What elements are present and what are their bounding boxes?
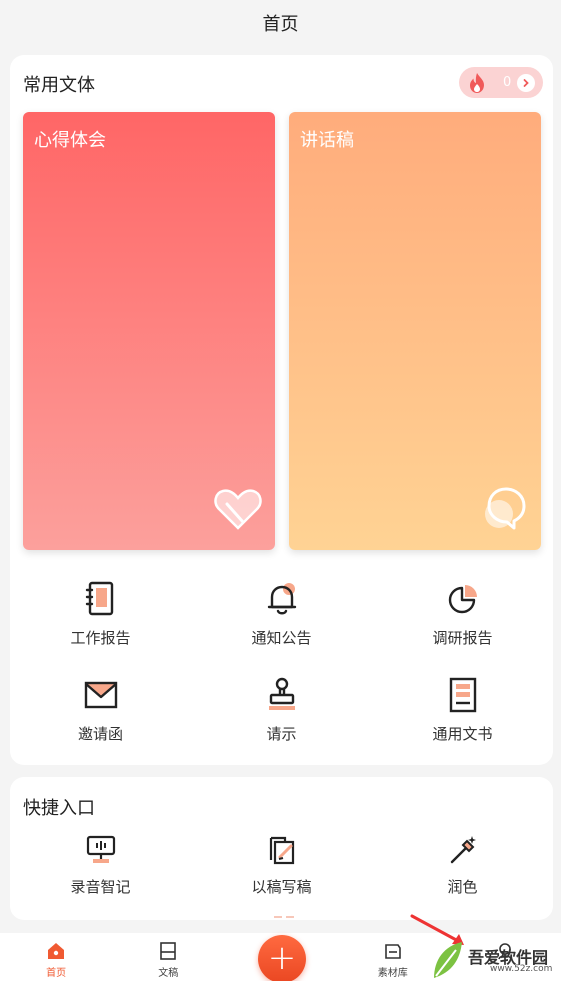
quick-item-label: 录音智记 [70, 878, 131, 896]
quick-item-label: 润色 [447, 878, 478, 896]
tab-home[interactable]: 首页 [0, 933, 112, 981]
envelope-icon [84, 681, 117, 709]
leaf-logo-icon [434, 942, 462, 978]
stamp-icon [268, 677, 295, 710]
quick-entry-section: 快捷入口 录音智记 以稿写稿 润色 [10, 777, 553, 920]
card-experience[interactable]: 心得体会 [23, 112, 275, 550]
magic-pen-icon [450, 836, 476, 864]
voice-recorder-icon [86, 835, 115, 863]
streak-count: 0 [503, 75, 512, 90]
style-grid-row-2: 邀请函 请示 通用文书 [10, 676, 553, 744]
quick-grid: 录音智记 以稿写稿 润色 [10, 833, 553, 897]
document-icon [449, 677, 476, 713]
card-speech-label: 讲话稿 [300, 130, 354, 151]
notebook-icon [85, 581, 113, 616]
home-icon [48, 943, 65, 959]
grid-item-general-doc[interactable]: 通用文书 [372, 676, 553, 744]
tab-manuscript[interactable]: 文稿 [112, 933, 224, 981]
tab-label: 首页 [46, 968, 67, 979]
tab-label: 文稿 [158, 968, 179, 979]
chevron-right-icon [517, 73, 535, 92]
create-button[interactable]: + [258, 935, 306, 981]
grid-item-label: 调研报告 [432, 629, 493, 647]
page-title: 首页 [262, 13, 299, 35]
section-title-quick: 快捷入口 [23, 798, 95, 819]
streak-badge[interactable]: 0 [459, 67, 543, 98]
quick-item-polish[interactable]: 润色 [372, 833, 553, 897]
tab-label: 素材库 [377, 968, 408, 979]
card-experience-label: 心得体会 [34, 130, 106, 151]
pie-chart-icon [448, 585, 477, 614]
speech-bubble-icon [485, 487, 526, 530]
card-speech[interactable]: 讲话稿 [289, 112, 541, 550]
quick-item-draft-from-draft[interactable]: 以稿写稿 [191, 833, 372, 897]
grid-item-label: 通知公告 [251, 629, 312, 647]
grid-item-work-report[interactable]: 工作报告 [10, 580, 191, 648]
grid-item-request[interactable]: 请示 [191, 676, 372, 744]
bell-icon [267, 583, 296, 615]
top-bar: 首页 [0, 0, 561, 45]
section-title-common: 常用文体 [23, 75, 95, 96]
library-icon [384, 944, 401, 959]
grid-item-label: 邀请函 [77, 725, 123, 743]
watermark-url: www.52z.com [490, 964, 553, 974]
common-styles-section: 常用文体 0 心得体会 讲话稿 工作报告 通知公告 调研报告 邀请函 请示 通用… [10, 55, 553, 765]
style-grid-row-1: 工作报告 通知公告 调研报告 [10, 580, 553, 648]
grid-item-invitation[interactable]: 邀请函 [10, 676, 191, 744]
copy-edit-icon [269, 836, 294, 865]
grid-item-notice[interactable]: 通知公告 [191, 580, 372, 648]
grid-item-label: 通用文书 [432, 725, 493, 743]
flame-icon [470, 72, 484, 93]
grid-item-label: 请示 [266, 725, 297, 743]
quick-item-label: 以稿写稿 [251, 878, 312, 896]
watermark: 吾爱软件园 www.52z.com [410, 914, 561, 981]
plus-icon: + [267, 937, 297, 978]
heart-icon [214, 489, 262, 530]
grid-item-research-report[interactable]: 调研报告 [372, 580, 553, 648]
grid-item-label: 工作报告 [70, 629, 131, 647]
page-indicator [274, 916, 294, 918]
manuscript-icon [160, 942, 177, 960]
quick-item-voice-notes[interactable]: 录音智记 [10, 833, 191, 897]
